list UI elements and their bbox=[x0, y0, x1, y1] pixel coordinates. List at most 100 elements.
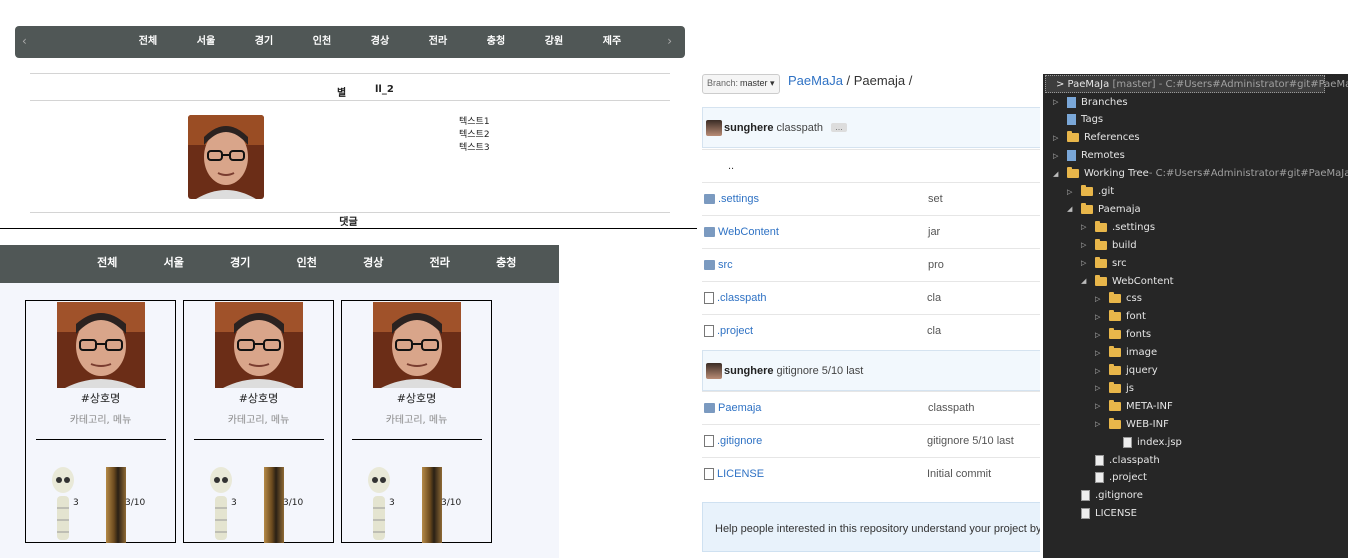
expand-toggle-icon[interactable]: ◢ bbox=[1067, 205, 1075, 213]
nav-item-all[interactable]: 전체 bbox=[119, 32, 177, 47]
file-name[interactable]: .gitignore bbox=[717, 435, 927, 447]
nav-item-seoul[interactable]: 서울 bbox=[177, 32, 235, 47]
commit-summary[interactable]: set bbox=[928, 193, 943, 205]
commit-summary[interactable]: Initial commit bbox=[927, 468, 991, 480]
tree-node[interactable]: ▷ jquery bbox=[1095, 362, 1158, 380]
skull-icon[interactable] bbox=[367, 466, 391, 542]
tree-node[interactable]: ▷ fonts bbox=[1095, 326, 1151, 344]
commit-summary[interactable]: classpath bbox=[928, 402, 974, 414]
commit-summary[interactable]: gitignore 5/10 last bbox=[927, 435, 1014, 447]
file-name[interactable]: src bbox=[718, 259, 928, 271]
tree-node[interactable]: index.jsp bbox=[1109, 433, 1182, 451]
nav-item-gangwon[interactable]: 강원 bbox=[525, 32, 583, 47]
tree-node[interactable]: .project bbox=[1081, 469, 1147, 487]
file-row[interactable]: .classpath cla bbox=[702, 281, 1040, 314]
repository-root[interactable]: > PaeMaJa [master] - C:#Users#Administra… bbox=[1045, 75, 1348, 93]
expand-toggle-icon[interactable]: ▷ bbox=[1095, 331, 1103, 339]
thumbnail-icon[interactable] bbox=[106, 467, 126, 543]
expand-toggle-icon[interactable]: ◢ bbox=[1081, 277, 1089, 285]
file-name[interactable]: .. bbox=[718, 160, 928, 172]
tree-node[interactable]: LICENSE bbox=[1067, 505, 1137, 523]
nav-item-jeolla[interactable]: 전라 bbox=[409, 32, 467, 47]
tree-node[interactable]: ▷ build bbox=[1081, 236, 1137, 254]
avatar[interactable] bbox=[706, 119, 722, 136]
file-name[interactable]: .classpath bbox=[717, 292, 927, 304]
skull-icon[interactable] bbox=[51, 466, 75, 542]
file-row[interactable]: src pro bbox=[702, 248, 1040, 281]
nav-item-incheon[interactable]: 인천 bbox=[293, 32, 351, 47]
nav-prev-arrow-icon[interactable]: ‹ bbox=[22, 34, 27, 48]
file-name[interactable]: .project bbox=[717, 325, 927, 337]
tree-node[interactable]: ▷ META-INF bbox=[1095, 397, 1173, 415]
commit-message[interactable]: classpath bbox=[777, 122, 823, 134]
file-name[interactable]: Paemaja bbox=[718, 402, 928, 414]
nav-next-arrow-icon[interactable]: › bbox=[667, 34, 672, 48]
store-card[interactable]: #상호명 카테고리, 메뉴 3 3/10 bbox=[25, 300, 176, 543]
commit-summary[interactable]: jar bbox=[928, 226, 940, 238]
nav-item-gyeongsang[interactable]: 경상 bbox=[340, 254, 407, 270]
thumbnail-icon[interactable] bbox=[422, 467, 442, 543]
nav-item-gyeongsang[interactable]: 경상 bbox=[351, 32, 409, 47]
nav-item-all[interactable]: 전체 bbox=[74, 254, 141, 270]
commit-summary[interactable]: cla bbox=[927, 325, 941, 337]
file-row[interactable]: .gitignore gitignore 5/10 last bbox=[702, 424, 1040, 457]
nav-item-chungcheong[interactable]: 충청 bbox=[473, 254, 540, 270]
nav-item-incheon[interactable]: 인천 bbox=[274, 254, 341, 270]
expand-toggle-icon[interactable]: ▷ bbox=[1095, 402, 1103, 410]
tree-node[interactable]: .gitignore bbox=[1067, 487, 1143, 505]
file-name[interactable]: .settings bbox=[718, 193, 928, 205]
avatar[interactable] bbox=[706, 362, 722, 379]
file-row[interactable]: .settings set bbox=[702, 182, 1040, 215]
store-photo[interactable] bbox=[57, 302, 145, 388]
tree-node[interactable]: ▷ font bbox=[1095, 308, 1146, 326]
tree-node[interactable]: .classpath bbox=[1081, 451, 1160, 469]
file-name[interactable]: WebContent bbox=[718, 226, 928, 238]
expand-toggle-icon[interactable]: ▷ bbox=[1081, 223, 1089, 231]
file-row[interactable]: LICENSE Initial commit bbox=[702, 457, 1040, 490]
expand-toggle-icon[interactable]: ▷ bbox=[1053, 134, 1061, 142]
tree-node[interactable]: ▷ src bbox=[1081, 254, 1127, 272]
commit-summary[interactable]: cla bbox=[927, 292, 941, 304]
store-photo[interactable] bbox=[215, 302, 303, 388]
file-row[interactable]: .. bbox=[702, 149, 1040, 182]
tree-node[interactable]: ▷ Remotes bbox=[1053, 147, 1125, 165]
tree-node[interactable]: ◢ WebContent bbox=[1081, 272, 1174, 290]
commit-message[interactable]: gitignore 5/10 last bbox=[777, 365, 864, 377]
tree-node[interactable]: ▷ WEB-INF bbox=[1095, 415, 1169, 433]
store-card[interactable]: #상호명 카테고리, 메뉴 3 3/10 bbox=[183, 300, 334, 543]
file-row[interactable]: Paemaja classpath bbox=[702, 391, 1040, 424]
nav-item-chungcheong[interactable]: 충청 bbox=[467, 32, 525, 47]
expand-toggle-icon[interactable]: ◢ bbox=[1053, 170, 1061, 178]
expand-toggle-icon[interactable]: ▷ bbox=[1095, 367, 1103, 375]
branch-selector[interactable]: Branch: master ▾ bbox=[702, 74, 780, 94]
expand-toggle-icon[interactable]: ▷ bbox=[1081, 241, 1089, 249]
nav-item-seoul[interactable]: 서울 bbox=[141, 254, 208, 270]
store-photo[interactable] bbox=[373, 302, 461, 388]
expand-toggle-icon[interactable]: ▷ bbox=[1095, 295, 1103, 303]
skull-icon[interactable] bbox=[209, 466, 233, 542]
tree-node[interactable]: ◢ Working Tree - C:#Users#Administrator#g… bbox=[1053, 165, 1348, 183]
commit-summary[interactable]: pro bbox=[928, 259, 944, 271]
nav-item-jeolla[interactable]: 전라 bbox=[407, 254, 474, 270]
tree-node[interactable]: ◢ Paemaja bbox=[1067, 200, 1141, 218]
tree-node[interactable]: ▷ References bbox=[1053, 129, 1140, 147]
expand-toggle-icon[interactable]: ▷ bbox=[1053, 152, 1061, 160]
tree-node[interactable]: ▷ .git bbox=[1067, 183, 1114, 201]
expand-toggle-icon[interactable]: ▷ bbox=[1067, 188, 1075, 196]
nav-item-jeju[interactable]: 제주 bbox=[583, 32, 641, 47]
expand-toggle-icon[interactable]: ▷ bbox=[1053, 98, 1061, 106]
file-row[interactable]: .project cla bbox=[702, 314, 1040, 347]
commit-author[interactable]: sunghere bbox=[724, 365, 774, 377]
expand-toggle-icon[interactable]: ▷ bbox=[1095, 349, 1103, 357]
tree-node[interactable]: ▷ Branches bbox=[1053, 93, 1128, 111]
tree-node[interactable]: ▷ css bbox=[1095, 290, 1142, 308]
thumbnail-icon[interactable] bbox=[264, 467, 284, 543]
repo-link[interactable]: PaeMaJa bbox=[788, 73, 843, 88]
store-card[interactable]: #상호명 카테고리, 메뉴 3 3/10 bbox=[341, 300, 492, 543]
expand-toggle-icon[interactable]: ▷ bbox=[1095, 313, 1103, 321]
commit-expand-button[interactable]: … bbox=[831, 123, 847, 132]
nav-item-gyeonggi[interactable]: 경기 bbox=[235, 32, 293, 47]
expand-toggle-icon[interactable]: ▷ bbox=[1095, 384, 1103, 392]
nav-item-gyeonggi[interactable]: 경기 bbox=[207, 254, 274, 270]
tree-node[interactable]: ▷ js bbox=[1095, 379, 1134, 397]
